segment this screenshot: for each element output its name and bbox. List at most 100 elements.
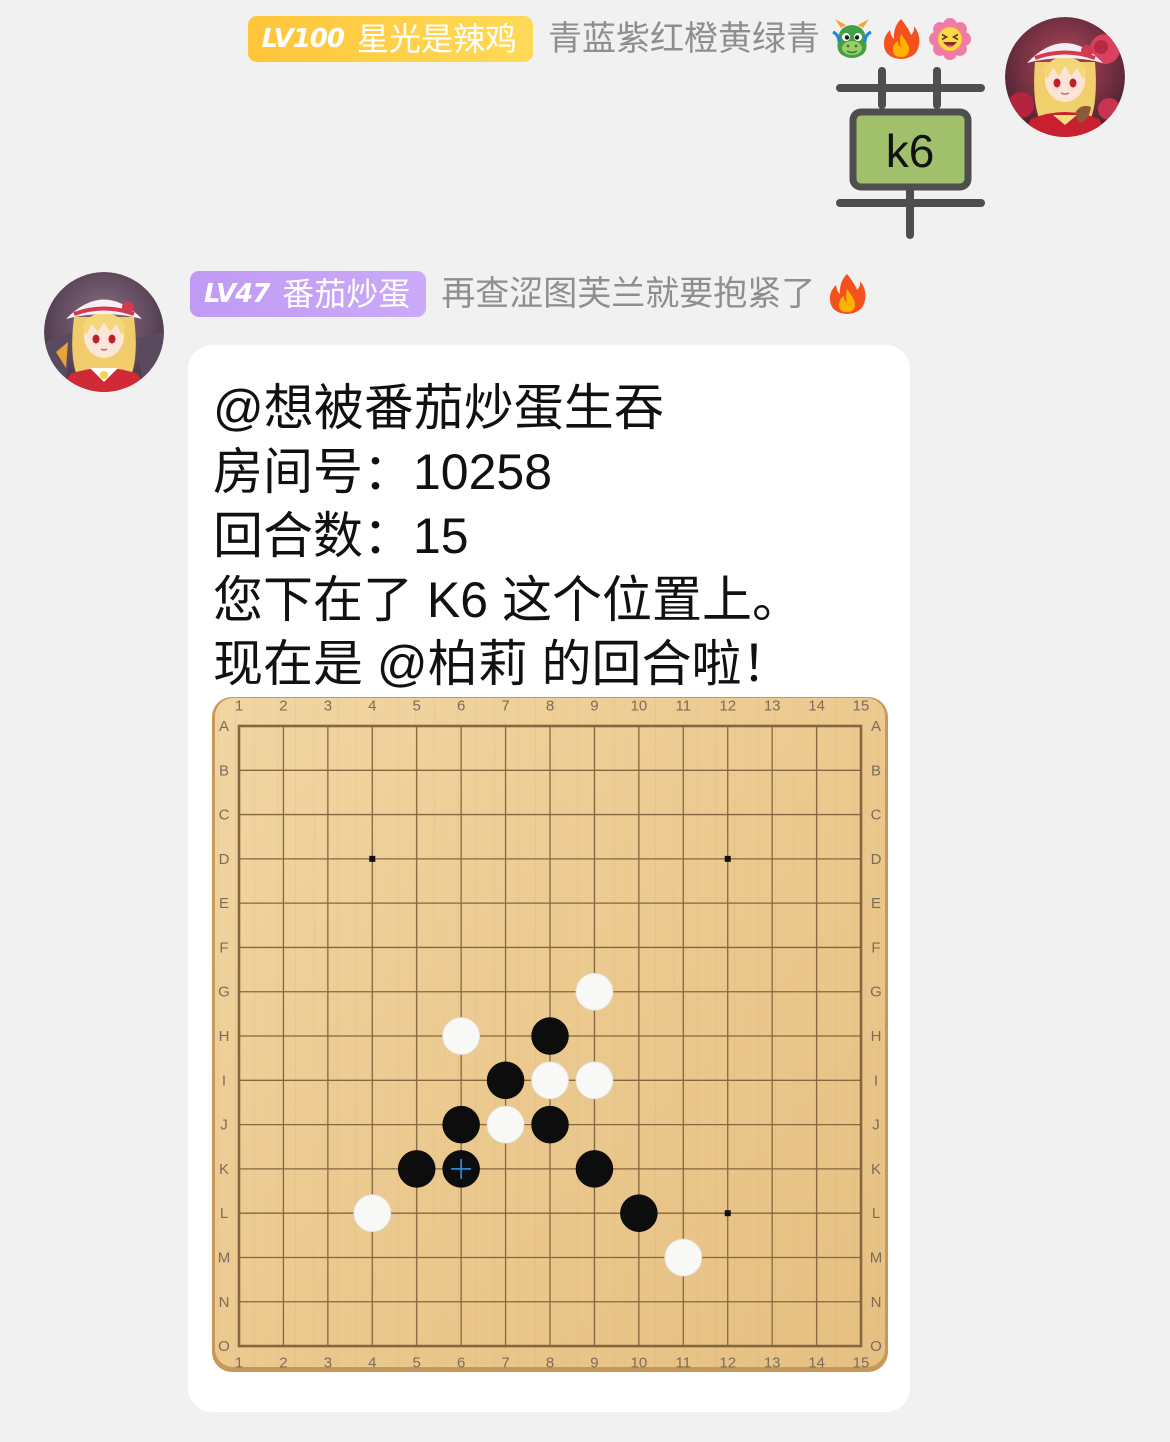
row-label: M (218, 1249, 231, 1266)
message-text: @想被番茄炒蛋生吞 房间号：10258 回合数：15 您下在了 K6 这个位置上… (213, 376, 802, 696)
column-label: 9 (590, 1355, 598, 1372)
white-stone (575, 972, 614, 1011)
row-label: O (218, 1338, 230, 1355)
black-stone (531, 1017, 569, 1055)
laughing-flower-icon (929, 18, 971, 60)
star-point (724, 855, 731, 862)
row-label: M (870, 1249, 883, 1266)
message-header: LV47 番茄炒蛋 再查涩图芙兰就要抱紧了 (190, 271, 869, 317)
row-label: N (871, 1294, 882, 1311)
star-point (724, 1210, 731, 1217)
row-label: F (219, 939, 228, 956)
row-label: F (871, 939, 880, 956)
sender-avatar[interactable] (44, 272, 164, 392)
column-label: 13 (764, 698, 781, 715)
column-label: 7 (501, 698, 509, 715)
row-label: C (871, 807, 882, 824)
room-label: 房间号： (213, 444, 413, 500)
turn-count: 15 (413, 508, 469, 564)
column-label: 14 (808, 698, 825, 715)
white-stone (442, 1017, 481, 1055)
avatar-image (1005, 17, 1125, 137)
black-stone (486, 1061, 525, 1100)
row-label: H (219, 1028, 230, 1045)
nickname-label: 星光是辣鸡 (356, 21, 517, 57)
row-label: J (872, 1117, 880, 1134)
level-badge: LV100 星光是辣鸡 (247, 16, 533, 62)
dragon-icon (832, 19, 872, 58)
sticker-image: 草 k6 (836, 67, 985, 239)
column-label: 10 (631, 1355, 648, 1372)
row-label: E (871, 895, 881, 912)
column-label: 2 (279, 698, 287, 715)
column-label: 3 (324, 698, 332, 715)
gomoku-board-image[interactable]: 1 1 2 2 3 3 4 4 5 5 6 6 7 7 8 8 9 9 10 10 11 11 12 12 13 13 14 14 15… (212, 697, 888, 1372)
mention-text: @想被番茄炒蛋生吞 (213, 380, 664, 436)
level-label: LV47 (204, 279, 270, 309)
column-label: 4 (368, 698, 376, 715)
column-label: 12 (719, 698, 736, 715)
black-stone (620, 1194, 658, 1232)
column-label: 5 (413, 698, 421, 715)
row-label: C (219, 807, 230, 824)
white-stone (664, 1238, 703, 1277)
sticker-text: k6 (886, 125, 935, 177)
column-label: 9 (590, 698, 598, 715)
member-title: 再查涩图芙兰就要抱紧了 (441, 275, 816, 313)
row-label: L (872, 1205, 880, 1222)
column-label: 7 (501, 1355, 509, 1372)
row-label: O (870, 1338, 882, 1355)
row-label: B (871, 762, 881, 779)
row-label: G (218, 984, 230, 1001)
fire-icon (830, 274, 866, 314)
message-bubble[interactable]: @想被番茄炒蛋生吞 房间号：10258 回合数：15 您下在了 K6 这个位置上… (188, 345, 910, 1412)
row-label: L (220, 1205, 228, 1222)
row-label: N (219, 1294, 230, 1311)
column-label: 14 (808, 1355, 825, 1372)
row-label: I (874, 1072, 878, 1089)
column-label: 8 (546, 698, 554, 715)
black-stone (531, 1105, 569, 1144)
row-label: G (870, 984, 882, 1001)
board-svg: 1122334455667788991010111112121313141415… (212, 697, 888, 1372)
black-stone (442, 1105, 480, 1144)
level-label: LV100 (261, 24, 345, 54)
move-info-line: 您下在了 K6 这个位置上。 (213, 572, 802, 628)
turn-label: 回合数： (213, 508, 413, 564)
column-label: 15 (853, 1355, 870, 1372)
white-stone (531, 1061, 569, 1100)
row-label: J (220, 1117, 228, 1134)
avatar-image (44, 272, 164, 392)
row-label: D (871, 851, 882, 868)
message-header: LV100 星光是辣鸡 青蓝紫红橙黄绿青 (247, 16, 972, 62)
row-label: H (871, 1028, 882, 1045)
column-label: 4 (368, 1355, 376, 1372)
column-label: 6 (457, 1355, 465, 1372)
column-label: 15 (853, 698, 870, 715)
room-number: 10258 (413, 444, 553, 500)
column-label: 1 (235, 698, 243, 715)
row-label: D (219, 851, 230, 868)
sender-avatar[interactable] (1005, 17, 1125, 137)
white-stone (353, 1194, 392, 1233)
column-label: 3 (324, 1355, 332, 1372)
turn-count-line: 回合数：15 (213, 504, 802, 568)
row-label: A (871, 718, 881, 735)
row-label: A (219, 718, 229, 735)
column-label: 11 (676, 698, 692, 715)
black-stone (397, 1150, 436, 1188)
nickname-label: 番茄炒蛋 (282, 276, 411, 312)
row-label: B (219, 762, 229, 779)
column-label: 1 (235, 1355, 243, 1372)
next-turn-line: 现在是 @柏莉 的回合啦！ (213, 636, 792, 692)
row-label: K (871, 1161, 881, 1178)
white-stone (575, 1061, 614, 1100)
row-label: K (219, 1161, 229, 1178)
cao-k6-sticker[interactable]: 草 k6 (835, 65, 985, 240)
column-label: 10 (631, 698, 648, 715)
column-label: 12 (719, 1355, 736, 1372)
chat-screen: { "chat": { "message_1": { "level": "LV1… (0, 0, 1170, 1442)
level-badge: LV47 番茄炒蛋 (190, 271, 427, 317)
fire-icon (883, 19, 920, 59)
row-label: I (222, 1072, 226, 1089)
